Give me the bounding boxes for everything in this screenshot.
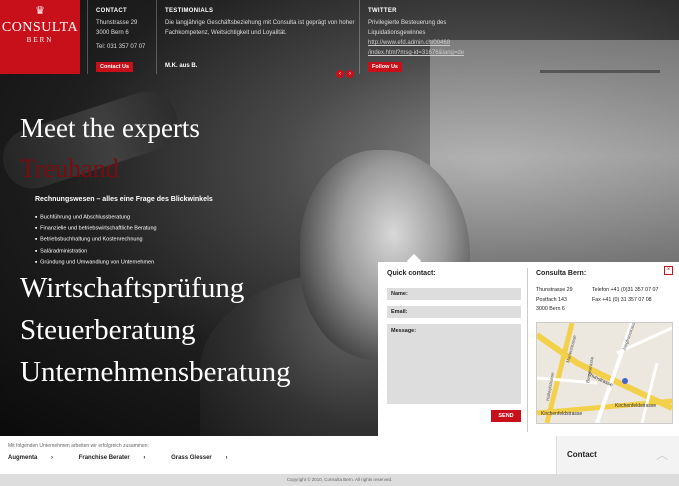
testimonial-author: M.K. aus B. <box>165 63 198 69</box>
twitter-heading: TWITTER <box>368 8 397 14</box>
bullet-item: Finanzielle und betriebswirtschaftliche … <box>35 223 156 234</box>
partners-intro: Mit folgenden Unternehmen arbeiten wir e… <box>8 443 149 449</box>
contact-phone: Tel: 031 357 07 07 <box>96 44 146 50</box>
hero-headline-red: Treuhand <box>20 154 119 183</box>
contact-heading: CONTACT <box>96 8 127 14</box>
service-link-audit[interactable]: Wirtschaftsprüfung <box>20 272 244 305</box>
email-field[interactable]: Email: <box>387 306 521 318</box>
contact-column: CONTACT Thunstrasse 29 3000 Bern 6 Tel: … <box>87 0 158 74</box>
office-street: Thunstrasse 29 <box>536 287 573 293</box>
twitter-column: TWITTER Privilegierte Besteuerung des Li… <box>359 0 478 74</box>
map-street-label: Kirchenfeldstrasse <box>541 411 582 417</box>
bullet-item: Gründung und Umwandlung von Unternehmen <box>35 257 157 268</box>
logo[interactable]: ♛ CONSULTA BERN <box>0 0 80 74</box>
office-address: Thunstrasse 29 Postfach 143 3000 Bern 6 <box>536 286 573 315</box>
partner-name: Grass Glesser <box>171 455 212 461</box>
partners-bar: Mit folgenden Unternehmen arbeiten wir e… <box>0 436 556 474</box>
partner-name: Augmenta <box>8 455 38 461</box>
quick-contact-panel: Quick contact: Name: Email: Message: SEN… <box>378 253 679 436</box>
map-graphic: Kirchenfeldstrasse Thunstrasse Kirchenfe… <box>537 323 672 423</box>
testimonial-text: Die langjährige Geschäftsbeziehung mit C… <box>165 20 355 36</box>
name-field[interactable]: Name: <box>387 288 521 300</box>
chevron-right-icon: › <box>51 455 54 461</box>
testimonials-heading: TESTIMONIALS <box>165 8 214 14</box>
map-street-label: Kirchenfeldstrasse <box>615 403 656 409</box>
service-bullets: Buchführung und Abschlussberatung Finanz… <box>35 212 157 268</box>
bullet-item: Betriebsbuchhaltung und Kostenrechnung <box>35 234 157 245</box>
testimonial-pager: ‹ › <box>334 62 354 80</box>
bullet-item: Saläradministration <box>35 246 157 257</box>
tweet-link[interactable]: http://www.efd.admin.ch/00468 <box>368 40 450 46</box>
top-bar: ♛ CONSULTA BERN CONTACT Thunstrasse 29 3… <box>0 0 679 78</box>
partner-link[interactable]: Franchise Berater › <box>79 455 158 461</box>
chevron-right-icon: › <box>225 455 228 461</box>
office-city: 3000 Bern 6 <box>536 306 565 312</box>
prev-arrow-icon[interactable]: ‹ <box>336 70 344 78</box>
tweet-text: Privilegierte Besteuerung des Liquidatio… <box>368 20 447 36</box>
follow-us-button[interactable]: Follow Us <box>368 62 402 72</box>
contact-city: 3000 Bern 6 <box>96 30 129 36</box>
office-phones: Telefon +41 (0)31 357 07 07 Fax +41 (0) … <box>592 286 658 305</box>
office-postbox: Postfach 143 <box>536 296 567 303</box>
partner-link[interactable]: Grass Glesser › <box>171 455 239 461</box>
office-heading: Consulta Bern: <box>536 270 587 277</box>
tweet-link-continued[interactable]: /index.html?msg-id=31676&lang=de <box>368 50 464 56</box>
close-icon[interactable]: × <box>664 266 673 275</box>
chevron-up-icon: ︿ <box>655 448 668 462</box>
contact-tab-label: Contact <box>567 450 597 459</box>
hero-subtitle: Rechnungswesen – alles eine Frage des Bl… <box>35 196 213 203</box>
contact-tab[interactable]: Contact ︿ <box>556 436 679 474</box>
message-field[interactable]: Message: <box>387 324 521 404</box>
bullet-item: Buchführung und Abschlussberatung <box>35 212 157 223</box>
service-link-consulting[interactable]: Unternehmensberatung <box>20 356 291 389</box>
logo-name: CONSULTA <box>1 20 79 35</box>
logo-city: BERN <box>26 36 54 44</box>
chevron-right-icon: › <box>143 455 146 461</box>
footer: Copyright © 2010, Consulta Bern. All rig… <box>0 474 679 486</box>
partner-name: Franchise Berater <box>78 455 130 461</box>
send-button[interactable]: SEND <box>491 410 521 422</box>
testimonials-column: TESTIMONIALS Die langjährige Geschäftsbe… <box>156 0 360 74</box>
next-arrow-icon[interactable]: › <box>346 70 354 78</box>
office-phone: Telefon +41 (0)31 357 07 07 <box>592 287 659 293</box>
partner-link[interactable]: Augmenta › <box>8 455 65 461</box>
office-fax: Fax +41 (0) 31 357 07 08 <box>592 296 652 303</box>
panel-divider <box>527 268 528 432</box>
location-map[interactable]: Kirchenfeldstrasse Thunstrasse Kirchenfe… <box>536 322 673 424</box>
partner-links: Augmenta › Franchise Berater › Grass Gle… <box>8 455 251 461</box>
service-link-tax[interactable]: Steuerberatung <box>20 314 196 347</box>
quick-contact-heading: Quick contact: <box>387 270 436 277</box>
map-marker-icon <box>622 378 628 384</box>
contact-street: Thunstrasse 29 <box>96 20 138 26</box>
hero-bridge <box>540 70 660 133</box>
hero-headline: Meet the experts <box>20 113 200 143</box>
contact-us-button[interactable]: Contact Us <box>96 62 134 72</box>
crown-icon: ♛ <box>35 5 45 17</box>
